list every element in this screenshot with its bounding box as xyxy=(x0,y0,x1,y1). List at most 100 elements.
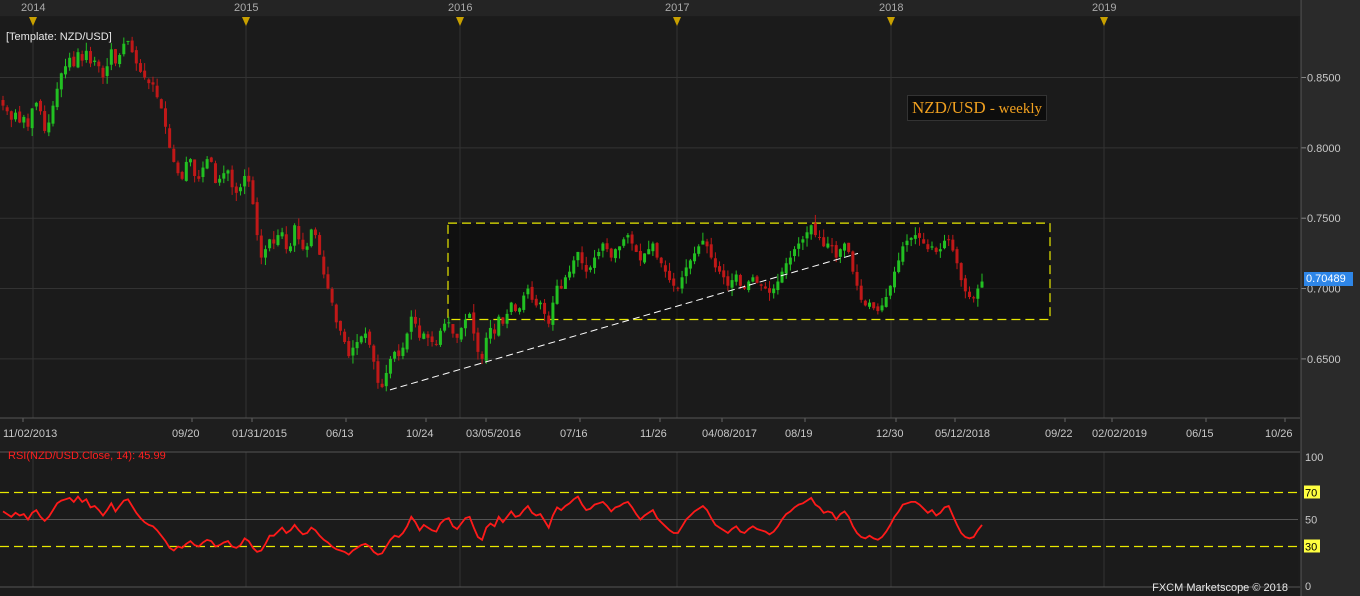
candle-body xyxy=(855,271,859,286)
candle-body xyxy=(30,108,34,129)
candle-body xyxy=(938,249,942,252)
candle-body xyxy=(526,288,530,295)
candle-body xyxy=(401,347,405,356)
candle-body xyxy=(722,270,726,278)
candle-body xyxy=(580,252,584,264)
candle-body xyxy=(318,235,322,255)
candle-body xyxy=(976,288,980,299)
date-tick-label: 03/05/2016 xyxy=(466,428,521,440)
candle-body xyxy=(768,288,772,293)
candle-body xyxy=(459,327,463,340)
candle-body xyxy=(388,358,392,374)
candle-body xyxy=(105,66,109,76)
candle-body xyxy=(34,102,38,107)
candle-body xyxy=(293,225,297,246)
candle-body xyxy=(655,243,659,258)
candle-body xyxy=(613,249,617,259)
candle-body xyxy=(393,351,397,359)
candle-body xyxy=(713,258,717,268)
candle-body xyxy=(522,295,526,310)
candle-body xyxy=(618,246,622,251)
candle-body xyxy=(880,305,884,311)
candle-body xyxy=(305,246,309,250)
candle-body xyxy=(243,175,247,187)
candle-body xyxy=(801,239,805,243)
date-tick-label: 07/16 xyxy=(560,428,588,440)
candle-body xyxy=(643,253,647,263)
candle-body xyxy=(797,243,801,249)
candle-body xyxy=(147,79,151,84)
candle-body xyxy=(543,302,547,314)
candle-body xyxy=(955,249,959,264)
candle-body xyxy=(18,111,22,123)
candle-body xyxy=(418,325,422,338)
candle-body xyxy=(143,70,147,78)
candle-body xyxy=(238,187,242,192)
candle-body xyxy=(255,202,259,236)
candle-body xyxy=(693,253,697,262)
candle-body xyxy=(276,235,280,245)
candle-body xyxy=(234,186,238,193)
candle-body xyxy=(676,287,680,289)
candle-body xyxy=(901,246,905,262)
candle-body xyxy=(309,229,313,247)
candle-body xyxy=(338,320,342,331)
candle-body xyxy=(534,298,538,306)
candle-body xyxy=(672,278,676,286)
candle-body xyxy=(326,274,330,289)
candle-body xyxy=(409,316,413,332)
candle-body xyxy=(163,108,167,127)
candle-body xyxy=(763,286,767,289)
candle-body xyxy=(863,300,867,306)
candle-body xyxy=(922,239,926,244)
date-tick-label: 06/15 xyxy=(1186,428,1214,440)
candle-body xyxy=(926,244,930,250)
candle-body xyxy=(330,288,334,303)
candle-body xyxy=(776,281,780,291)
candle-body xyxy=(376,361,380,383)
candle-body xyxy=(430,336,434,343)
candle-body xyxy=(659,257,663,264)
candle-body xyxy=(493,329,497,334)
candle-body xyxy=(201,167,205,177)
candle-body xyxy=(159,99,163,109)
candle-body xyxy=(372,345,376,362)
candle-body xyxy=(280,232,284,237)
rsi-axis-label: 0 xyxy=(1305,581,1311,593)
candle-body xyxy=(751,277,755,282)
candle-body xyxy=(647,249,651,255)
candle-body xyxy=(222,173,226,179)
candle-body xyxy=(476,332,480,352)
candle-body xyxy=(872,302,876,309)
date-tick-label: 04/08/2017 xyxy=(702,428,757,440)
candle-body xyxy=(918,233,922,238)
candle-body xyxy=(972,297,976,299)
candle-body xyxy=(684,267,688,277)
candle-body xyxy=(1,100,5,106)
candle-body xyxy=(893,271,897,288)
candle-body xyxy=(51,105,55,124)
candle-body xyxy=(397,350,401,357)
candle-body xyxy=(263,249,267,258)
candle-body xyxy=(63,66,67,75)
candle-body xyxy=(272,239,276,244)
candle-body xyxy=(726,276,730,286)
candle-body xyxy=(138,63,142,72)
candle-body xyxy=(884,296,888,307)
candle-body xyxy=(480,353,484,359)
date-tick-label: 11/26 xyxy=(640,428,667,440)
candle-body xyxy=(13,112,17,120)
candle-body xyxy=(334,304,338,323)
candle-body xyxy=(847,242,851,252)
candle-body xyxy=(505,313,509,324)
candle-body xyxy=(151,82,155,85)
candle-body xyxy=(805,232,809,239)
candle-body xyxy=(688,260,692,269)
chart-title: NZD/USD - weekly xyxy=(907,95,1047,121)
candle-body xyxy=(818,236,822,238)
candle-body xyxy=(909,237,913,240)
candle-body xyxy=(501,317,505,324)
candle-body xyxy=(943,240,947,249)
candle-body xyxy=(701,240,705,245)
price-tick-label: 0.6500 xyxy=(1307,354,1341,366)
